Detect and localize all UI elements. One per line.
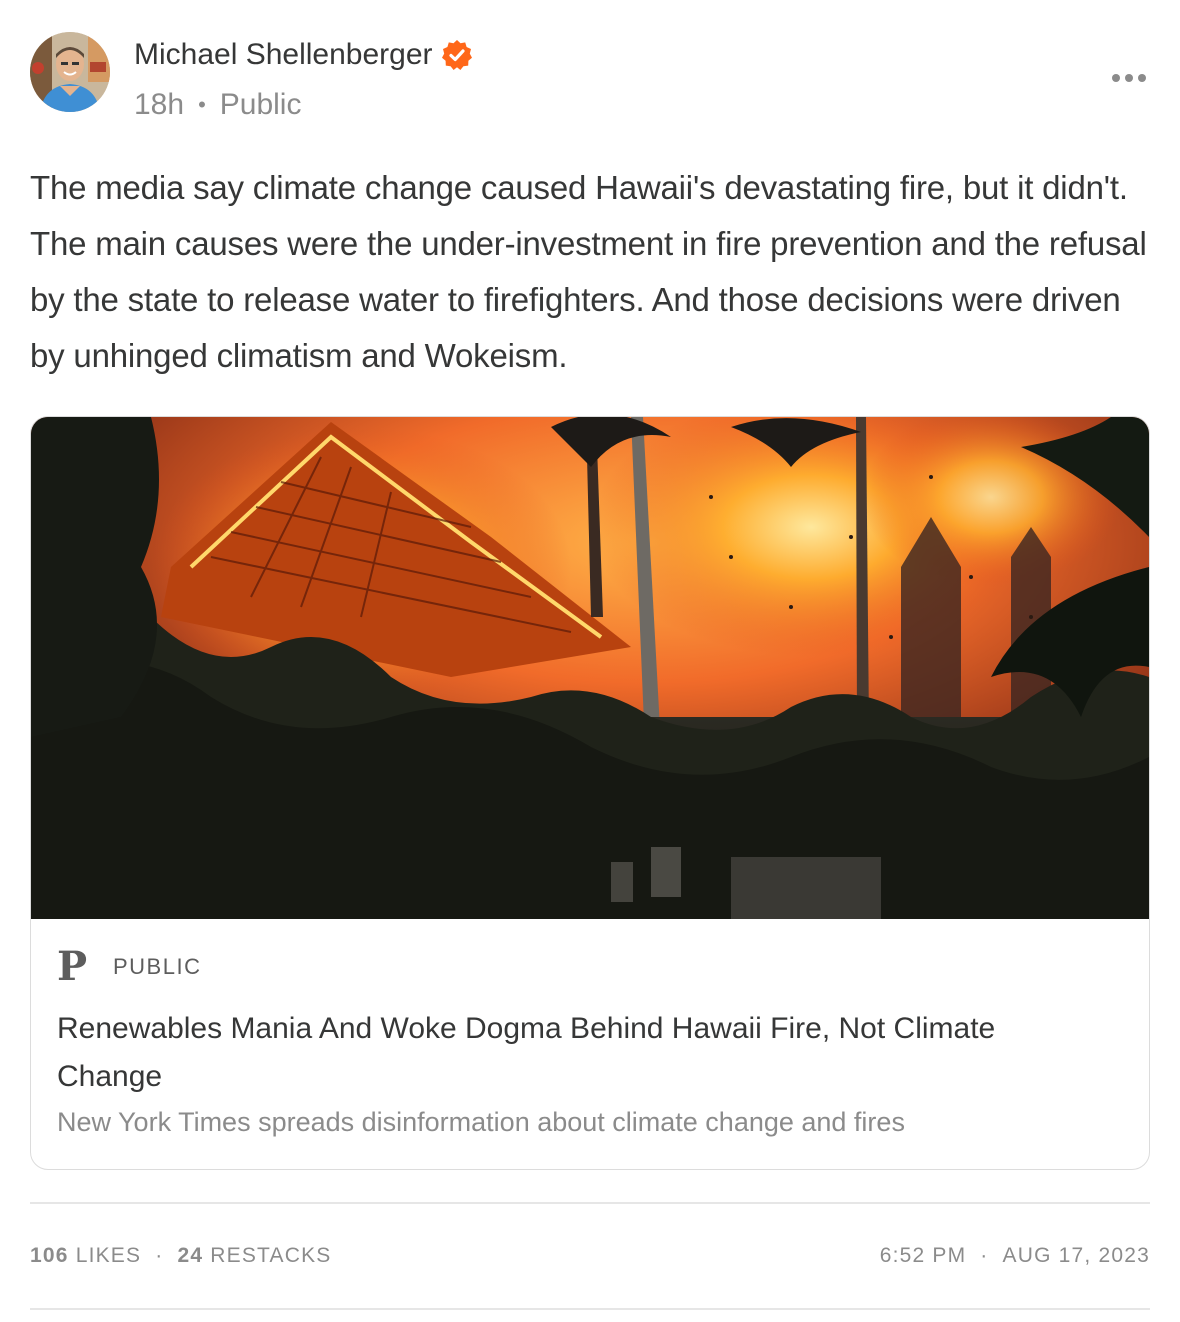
likes-label: LIKES: [75, 1244, 142, 1267]
more-dot-icon: [1125, 74, 1133, 82]
meta-separator-dot: •: [198, 92, 206, 117]
restacks-label: RESTACKS: [210, 1244, 332, 1267]
author-name[interactable]: Michael Shellenberger: [134, 38, 433, 72]
engagement-stats: 106 LIKES · 24 RESTACKS: [30, 1244, 331, 1268]
publication-name[interactable]: PUBLIC: [113, 954, 201, 980]
post-body-text: The media say climate change caused Hawa…: [30, 169, 1147, 374]
author-avatar[interactable]: [30, 32, 110, 112]
article-title[interactable]: Renewables Mania And Woke Dogma Behind H…: [57, 1005, 1077, 1101]
embedded-article-card[interactable]: P PUBLIC Renewables Mania And Woke Dogma…: [30, 416, 1150, 1170]
post-meta: 18h • Public: [134, 88, 301, 122]
post-time-ago[interactable]: 18h: [134, 88, 184, 122]
stats-divider-bottom: [30, 1308, 1150, 1310]
post-visibility: Public: [219, 88, 302, 121]
avatar-photo: [30, 32, 110, 112]
stats-divider-top: [30, 1202, 1150, 1204]
author-name-row: Michael Shellenberger: [134, 38, 473, 72]
restacks-count: 24: [177, 1244, 204, 1267]
post-time: 6:52 PM: [879, 1244, 967, 1267]
post-date: AUG 17, 2023: [1002, 1244, 1150, 1267]
likes-count: 106: [30, 1244, 69, 1267]
article-subtitle: New York Times spreads disinformation ab…: [57, 1107, 905, 1137]
timestamp-separator-dot: ·: [980, 1244, 989, 1267]
more-dot-icon: [1112, 74, 1120, 82]
more-dot-icon: [1138, 74, 1146, 82]
restacks-stat[interactable]: 24 RESTACKS: [177, 1244, 331, 1268]
stats-separator-dot: ·: [155, 1244, 164, 1267]
post-stats: 106 LIKES · 24 RESTACKS 6:52 PM · AUG 17…: [30, 1240, 1150, 1274]
likes-stat[interactable]: 106 LIKES: [30, 1244, 141, 1268]
article-source: P PUBLIC: [57, 947, 201, 987]
verified-badge-icon: [441, 40, 472, 70]
post-header: Michael Shellenberger 18h • Public: [30, 32, 1150, 122]
article-image: [31, 417, 1149, 919]
publication-logo-icon: P: [57, 943, 88, 990]
more-options-button[interactable]: [1112, 70, 1146, 86]
post-timestamp: 6:52 PM · AUG 17, 2023: [880, 1244, 1150, 1268]
